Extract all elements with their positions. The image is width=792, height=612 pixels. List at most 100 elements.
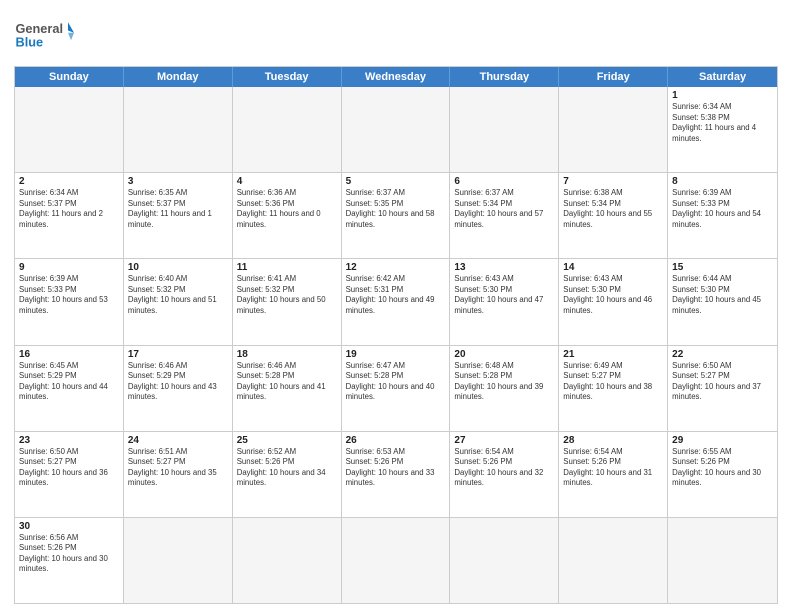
calendar-cell-2-1: 10Sunrise: 6:40 AM Sunset: 5:32 PM Dayli…: [124, 259, 233, 344]
day-number: 13: [454, 262, 554, 273]
day-number: 16: [19, 349, 119, 360]
cell-info: Sunrise: 6:36 AM Sunset: 5:36 PM Dayligh…: [237, 188, 321, 229]
day-number: 18: [237, 349, 337, 360]
cell-info: Sunrise: 6:50 AM Sunset: 5:27 PM Dayligh…: [19, 447, 108, 488]
calendar-cell-0-0: [15, 87, 124, 172]
cell-info: Sunrise: 6:37 AM Sunset: 5:34 PM Dayligh…: [454, 188, 543, 229]
calendar-cell-5-0: 30Sunrise: 6:56 AM Sunset: 5:26 PM Dayli…: [15, 518, 124, 603]
cell-info: Sunrise: 6:45 AM Sunset: 5:29 PM Dayligh…: [19, 361, 108, 402]
calendar-cell-0-3: [342, 87, 451, 172]
cell-info: Sunrise: 6:52 AM Sunset: 5:26 PM Dayligh…: [237, 447, 326, 488]
logo: General Blue: [14, 10, 74, 60]
calendar-cell-3-3: 19Sunrise: 6:47 AM Sunset: 5:28 PM Dayli…: [342, 346, 451, 431]
day-number: 7: [563, 176, 663, 187]
cell-info: Sunrise: 6:34 AM Sunset: 5:37 PM Dayligh…: [19, 188, 103, 229]
cell-info: Sunrise: 6:46 AM Sunset: 5:29 PM Dayligh…: [128, 361, 217, 402]
cell-info: Sunrise: 6:38 AM Sunset: 5:34 PM Dayligh…: [563, 188, 652, 229]
page: General Blue Sunday Monday Tuesday Wedne…: [0, 0, 792, 612]
cell-info: Sunrise: 6:42 AM Sunset: 5:31 PM Dayligh…: [346, 274, 435, 315]
calendar-cell-4-3: 26Sunrise: 6:53 AM Sunset: 5:26 PM Dayli…: [342, 432, 451, 517]
cell-info: Sunrise: 6:47 AM Sunset: 5:28 PM Dayligh…: [346, 361, 435, 402]
calendar-cell-5-3: [342, 518, 451, 603]
header-monday: Monday: [124, 67, 233, 87]
logo-svg: General Blue: [14, 10, 74, 60]
cell-info: Sunrise: 6:56 AM Sunset: 5:26 PM Dayligh…: [19, 533, 108, 574]
calendar-cell-4-6: 29Sunrise: 6:55 AM Sunset: 5:26 PM Dayli…: [668, 432, 777, 517]
svg-text:Blue: Blue: [16, 34, 44, 49]
day-number: 20: [454, 349, 554, 360]
day-number: 10: [128, 262, 228, 273]
calendar-row-4: 23Sunrise: 6:50 AM Sunset: 5:27 PM Dayli…: [15, 432, 777, 518]
calendar-cell-5-1: [124, 518, 233, 603]
calendar-cell-5-5: [559, 518, 668, 603]
cell-info: Sunrise: 6:55 AM Sunset: 5:26 PM Dayligh…: [672, 447, 761, 488]
calendar-cell-0-6: 1Sunrise: 6:34 AM Sunset: 5:38 PM Daylig…: [668, 87, 777, 172]
calendar-cell-4-0: 23Sunrise: 6:50 AM Sunset: 5:27 PM Dayli…: [15, 432, 124, 517]
calendar-cell-4-2: 25Sunrise: 6:52 AM Sunset: 5:26 PM Dayli…: [233, 432, 342, 517]
day-number: 6: [454, 176, 554, 187]
calendar-cell-2-5: 14Sunrise: 6:43 AM Sunset: 5:30 PM Dayli…: [559, 259, 668, 344]
day-number: 22: [672, 349, 773, 360]
cell-info: Sunrise: 6:35 AM Sunset: 5:37 PM Dayligh…: [128, 188, 212, 229]
header-thursday: Thursday: [450, 67, 559, 87]
header-sunday: Sunday: [15, 67, 124, 87]
calendar-cell-4-4: 27Sunrise: 6:54 AM Sunset: 5:26 PM Dayli…: [450, 432, 559, 517]
day-number: 8: [672, 176, 773, 187]
day-number: 5: [346, 176, 446, 187]
calendar-cell-1-3: 5Sunrise: 6:37 AM Sunset: 5:35 PM Daylig…: [342, 173, 451, 258]
cell-info: Sunrise: 6:39 AM Sunset: 5:33 PM Dayligh…: [672, 188, 761, 229]
calendar-cell-0-2: [233, 87, 342, 172]
header-friday: Friday: [559, 67, 668, 87]
calendar-cell-4-1: 24Sunrise: 6:51 AM Sunset: 5:27 PM Dayli…: [124, 432, 233, 517]
day-number: 25: [237, 435, 337, 446]
cell-info: Sunrise: 6:34 AM Sunset: 5:38 PM Dayligh…: [672, 102, 756, 143]
cell-info: Sunrise: 6:43 AM Sunset: 5:30 PM Dayligh…: [563, 274, 652, 315]
day-number: 28: [563, 435, 663, 446]
cell-info: Sunrise: 6:43 AM Sunset: 5:30 PM Dayligh…: [454, 274, 543, 315]
day-number: 1: [672, 90, 773, 101]
header: General Blue: [14, 10, 778, 60]
calendar-cell-2-4: 13Sunrise: 6:43 AM Sunset: 5:30 PM Dayli…: [450, 259, 559, 344]
day-number: 30: [19, 521, 119, 532]
cell-info: Sunrise: 6:37 AM Sunset: 5:35 PM Dayligh…: [346, 188, 435, 229]
cell-info: Sunrise: 6:48 AM Sunset: 5:28 PM Dayligh…: [454, 361, 543, 402]
calendar-row-3: 16Sunrise: 6:45 AM Sunset: 5:29 PM Dayli…: [15, 346, 777, 432]
cell-info: Sunrise: 6:51 AM Sunset: 5:27 PM Dayligh…: [128, 447, 217, 488]
calendar-cell-3-5: 21Sunrise: 6:49 AM Sunset: 5:27 PM Dayli…: [559, 346, 668, 431]
calendar-cell-1-1: 3Sunrise: 6:35 AM Sunset: 5:37 PM Daylig…: [124, 173, 233, 258]
calendar-cell-2-2: 11Sunrise: 6:41 AM Sunset: 5:32 PM Dayli…: [233, 259, 342, 344]
day-number: 15: [672, 262, 773, 273]
day-number: 14: [563, 262, 663, 273]
day-number: 21: [563, 349, 663, 360]
calendar-row-0: 1Sunrise: 6:34 AM Sunset: 5:38 PM Daylig…: [15, 87, 777, 173]
svg-text:General: General: [16, 21, 63, 36]
day-number: 2: [19, 176, 119, 187]
cell-info: Sunrise: 6:53 AM Sunset: 5:26 PM Dayligh…: [346, 447, 435, 488]
header-saturday: Saturday: [668, 67, 777, 87]
calendar-cell-0-5: [559, 87, 668, 172]
calendar-cell-3-6: 22Sunrise: 6:50 AM Sunset: 5:27 PM Dayli…: [668, 346, 777, 431]
calendar-cell-1-2: 4Sunrise: 6:36 AM Sunset: 5:36 PM Daylig…: [233, 173, 342, 258]
day-number: 12: [346, 262, 446, 273]
calendar-cell-2-0: 9Sunrise: 6:39 AM Sunset: 5:33 PM Daylig…: [15, 259, 124, 344]
cell-info: Sunrise: 6:39 AM Sunset: 5:33 PM Dayligh…: [19, 274, 108, 315]
cell-info: Sunrise: 6:46 AM Sunset: 5:28 PM Dayligh…: [237, 361, 326, 402]
header-wednesday: Wednesday: [342, 67, 451, 87]
calendar-cell-1-6: 8Sunrise: 6:39 AM Sunset: 5:33 PM Daylig…: [668, 173, 777, 258]
cell-info: Sunrise: 6:41 AM Sunset: 5:32 PM Dayligh…: [237, 274, 326, 315]
calendar-cell-5-4: [450, 518, 559, 603]
calendar-cell-1-5: 7Sunrise: 6:38 AM Sunset: 5:34 PM Daylig…: [559, 173, 668, 258]
calendar-cell-1-4: 6Sunrise: 6:37 AM Sunset: 5:34 PM Daylig…: [450, 173, 559, 258]
calendar-cell-3-4: 20Sunrise: 6:48 AM Sunset: 5:28 PM Dayli…: [450, 346, 559, 431]
calendar-cell-0-4: [450, 87, 559, 172]
calendar-cell-5-6: [668, 518, 777, 603]
calendar-cell-5-2: [233, 518, 342, 603]
calendar-cell-1-0: 2Sunrise: 6:34 AM Sunset: 5:37 PM Daylig…: [15, 173, 124, 258]
cell-info: Sunrise: 6:40 AM Sunset: 5:32 PM Dayligh…: [128, 274, 217, 315]
day-number: 19: [346, 349, 446, 360]
calendar-row-2: 9Sunrise: 6:39 AM Sunset: 5:33 PM Daylig…: [15, 259, 777, 345]
day-number: 3: [128, 176, 228, 187]
day-number: 17: [128, 349, 228, 360]
calendar-cell-2-3: 12Sunrise: 6:42 AM Sunset: 5:31 PM Dayli…: [342, 259, 451, 344]
day-number: 23: [19, 435, 119, 446]
